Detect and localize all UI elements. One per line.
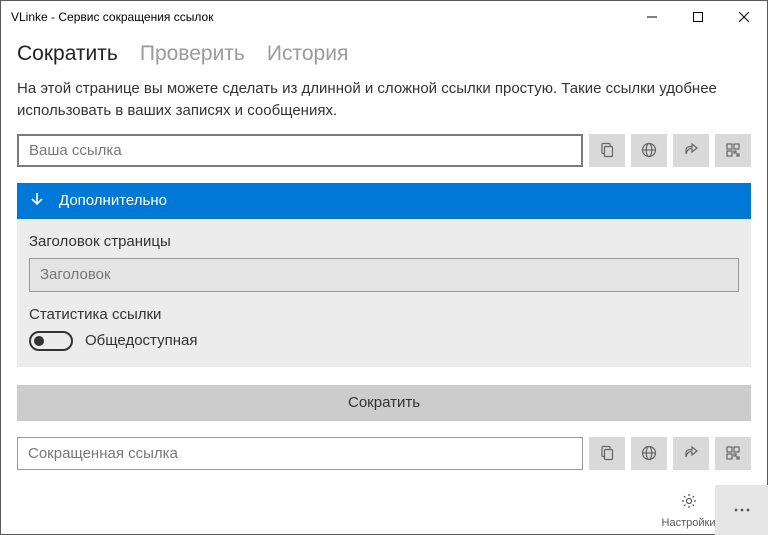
tab-bar: Сократить Проверить История <box>1 32 767 74</box>
settings-label: Настройки <box>662 517 716 529</box>
gear-icon <box>680 492 698 515</box>
share-button[interactable] <box>673 134 709 167</box>
toggle-label: Общедоступная <box>85 332 197 349</box>
url-input-row <box>1 134 767 167</box>
tab-history[interactable]: История <box>267 42 348 66</box>
page-title-input[interactable] <box>29 258 739 292</box>
settings-button[interactable]: Настройки <box>662 485 715 535</box>
toggle-row: Общедоступная <box>29 331 739 351</box>
minimize-button[interactable] <box>629 1 675 32</box>
more-icon <box>733 508 751 512</box>
copy-button[interactable] <box>589 134 625 167</box>
accordion-title: Дополнительно <box>59 192 167 209</box>
result-input[interactable] <box>17 437 583 470</box>
result-globe-button[interactable] <box>631 437 667 470</box>
page-title-label: Заголовок страницы <box>29 233 739 250</box>
shorten-button[interactable]: Сократить <box>17 385 751 421</box>
result-copy-button[interactable] <box>589 437 625 470</box>
close-button[interactable] <box>721 1 767 32</box>
footer: Настройки <box>662 485 768 535</box>
maximize-button[interactable] <box>675 1 721 32</box>
more-button[interactable] <box>715 485 768 535</box>
accordion-header[interactable]: Дополнительно <box>17 183 751 219</box>
tab-shorten[interactable]: Сократить <box>17 42 118 66</box>
result-qr-button[interactable] <box>715 437 751 470</box>
page-description: На этой странице вы можете сделать из дл… <box>1 74 767 134</box>
qr-button[interactable] <box>715 134 751 167</box>
globe-button[interactable] <box>631 134 667 167</box>
result-share-button[interactable] <box>673 437 709 470</box>
advanced-accordion: Дополнительно Заголовок страницы Статист… <box>17 183 751 367</box>
window-title: VLinke - Сервис сокращения ссылок <box>11 10 629 24</box>
stats-label: Статистика ссылки <box>29 306 739 323</box>
arrow-down-icon <box>29 191 45 211</box>
public-toggle[interactable] <box>29 331 73 351</box>
titlebar: VLinke - Сервис сокращения ссылок <box>1 1 767 32</box>
accordion-body: Заголовок страницы Статистика ссылки Общ… <box>17 219 751 367</box>
tab-check[interactable]: Проверить <box>140 42 245 66</box>
url-input[interactable] <box>17 134 583 167</box>
result-row <box>1 437 767 470</box>
